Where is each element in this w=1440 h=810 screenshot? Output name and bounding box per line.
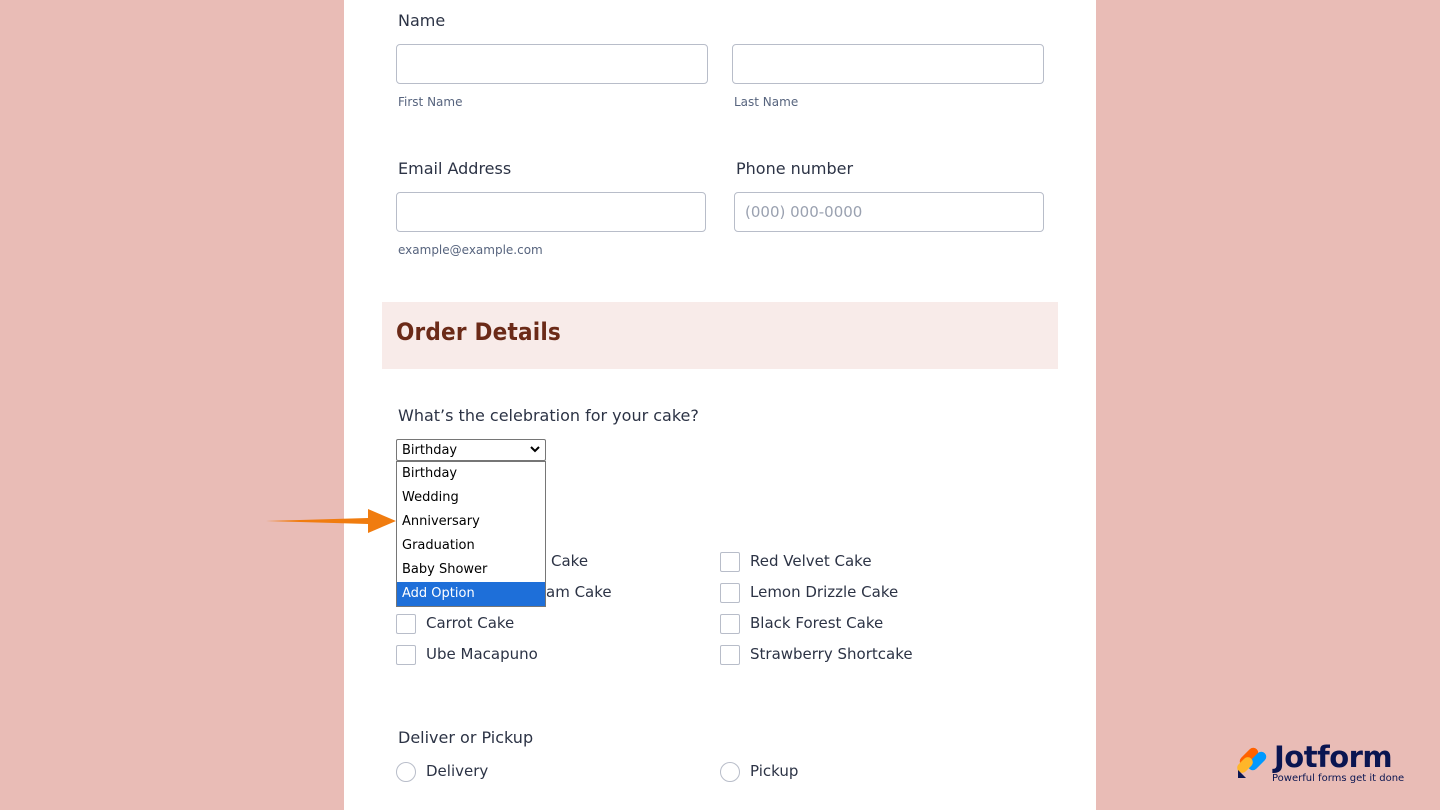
delivery-question: Deliver or Pickup [398,728,534,747]
jotform-logo-text: Jotform [1274,740,1393,774]
checkbox[interactable] [396,645,416,665]
checkbox[interactable] [720,583,740,603]
email-sublabel: example@example.com [398,243,543,257]
jotform-tagline: Powerful forms get it done [1272,773,1405,784]
checkbox[interactable] [396,614,416,634]
celebration-question: What’s the celebration for your cake? [398,406,699,425]
order-details-header: Order Details [382,302,1058,369]
cake-option-label: Carrot Cake [426,614,515,632]
cake-option-label: am Cake [546,583,612,601]
arrow-pointer-icon [266,509,396,533]
checkbox[interactable] [720,645,740,665]
phone-input[interactable] [734,192,1044,232]
jotform-logo: Jotform Powerful forms get it done [1236,740,1406,788]
section-title: Order Details [396,318,561,346]
dropdown-option-highlighted[interactable]: Add Option [397,582,545,606]
radio-button[interactable] [720,762,740,782]
cake-option-label: Cake [551,552,589,570]
delivery-option-label: Delivery [426,762,489,780]
email-input[interactable] [396,192,706,232]
checkbox[interactable] [720,552,740,572]
dropdown-option[interactable]: Anniversary [397,510,545,534]
jotform-logo-icon [1237,747,1267,778]
first-name-sublabel: First Name [398,95,463,109]
delivery-option-label: Pickup [750,762,799,780]
email-label: Email Address [398,159,512,178]
cake-option-label: Lemon Drizzle Cake [750,583,899,601]
checkbox[interactable] [720,614,740,634]
phone-label: Phone number [736,159,854,178]
first-name-input[interactable] [396,44,708,84]
cake-option-label: Black Forest Cake [750,614,884,632]
dropdown-option[interactable]: Graduation [397,534,545,558]
last-name-sublabel: Last Name [734,95,799,109]
celebration-dropdown: Birthday Wedding Anniversary Graduation … [396,461,546,607]
chevron-down-icon [529,442,541,459]
last-name-input[interactable] [732,44,1044,84]
dropdown-option[interactable]: Wedding [397,486,545,510]
celebration-selected-value: Birthday [402,443,458,458]
celebration-select[interactable]: Birthday [396,439,546,461]
dropdown-option[interactable]: Baby Shower [397,558,545,582]
cake-option-label: Strawberry Shortcake [750,645,913,663]
form-card: Name First Name Last Name Email Address … [344,0,1096,810]
cake-option-label: Ube Macapuno [426,645,538,663]
radio-button[interactable] [396,762,416,782]
name-label: Name [398,11,446,30]
dropdown-option[interactable]: Birthday [397,462,545,486]
cake-option-label: Red Velvet Cake [750,552,872,570]
